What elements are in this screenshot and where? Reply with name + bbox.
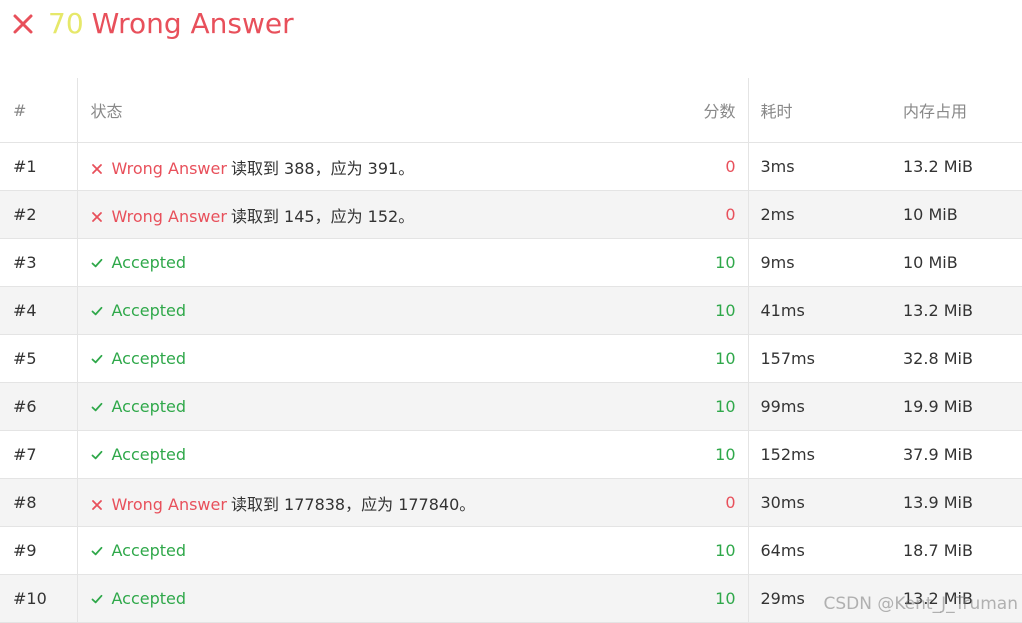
result-header: 70 Wrong Answer	[12, 6, 294, 42]
status-label: Wrong Answer	[111, 494, 227, 514]
test-results-table: # 状态 分数 耗时 内存占用 #1 Wrong Answer 读取到 388，应为…	[0, 78, 1022, 623]
test-memory: 10 MiB	[891, 190, 1022, 239]
test-memory: 32.8 MiB	[891, 334, 1022, 383]
test-memory: 13.2 MiB	[891, 142, 1022, 191]
test-score: 10	[649, 382, 749, 431]
test-time: 9ms	[748, 238, 891, 287]
test-status: Accepted	[76, 334, 649, 383]
status-label: Accepted	[111, 301, 187, 320]
table-header: # 状态 分数 耗时 内存占用	[0, 78, 1022, 143]
column-header-time: 耗时	[748, 78, 891, 143]
test-index: #8	[0, 478, 77, 527]
status-detail: 读取到 177838，应为 177840。	[230, 494, 476, 514]
check-icon	[91, 594, 102, 604]
status-label: Accepted	[111, 349, 187, 368]
check-icon	[91, 402, 102, 412]
test-score: 10	[649, 286, 749, 335]
close-icon	[91, 211, 102, 222]
status-label: Accepted	[111, 445, 187, 464]
test-score: 10	[649, 238, 749, 287]
table-row[interactable]: #6 Accepted 10 99ms 19.9 MiB	[0, 382, 1022, 431]
test-status: Accepted	[76, 286, 649, 335]
total-score: 70	[48, 7, 84, 40]
result-text: Wrong Answer	[91, 7, 294, 40]
test-memory: 19.9 MiB	[891, 382, 1022, 431]
test-index: #1	[0, 142, 77, 191]
test-index: #5	[0, 334, 77, 383]
check-icon	[91, 450, 102, 460]
test-status: Accepted	[76, 430, 649, 479]
close-icon	[91, 499, 102, 510]
test-index: #7	[0, 430, 77, 479]
check-icon	[91, 306, 102, 316]
table-body: #1 Wrong Answer 读取到 388，应为 391。 0 3ms 13.2 Mi…	[0, 142, 1022, 623]
status-label: Accepted	[111, 541, 187, 560]
test-time: 2ms	[748, 190, 891, 239]
test-time: 99ms	[748, 382, 891, 431]
test-index: #4	[0, 286, 77, 335]
column-header-memory: 内存占用	[891, 78, 1022, 143]
test-status: Accepted	[76, 574, 649, 623]
test-status: Wrong Answer 读取到 388，应为 391。	[76, 142, 649, 191]
column-header-status: 状态	[76, 78, 649, 143]
table-row[interactable]: #7 Accepted 10 152ms 37.9 MiB	[0, 430, 1022, 479]
test-time: 64ms	[748, 526, 891, 575]
table-row[interactable]: #5 Accepted 10 157ms 32.8 MiB	[0, 334, 1022, 383]
status-label: Accepted	[111, 397, 187, 416]
test-time: 152ms	[748, 430, 891, 479]
test-time: 30ms	[748, 478, 891, 527]
table-row[interactable]: #8 Wrong Answer 读取到 177838，应为 177840。 0 30ms…	[0, 478, 1022, 527]
status-label: Accepted	[111, 589, 187, 608]
test-status: Accepted	[76, 526, 649, 575]
check-icon	[91, 354, 102, 364]
watermark: CSDN @Kent_J_Truman	[823, 594, 1019, 614]
test-status: Wrong Answer 读取到 177838，应为 177840。	[76, 478, 649, 527]
test-score: 10	[649, 574, 749, 623]
table-row[interactable]: #9 Accepted 10 64ms 18.7 MiB	[0, 526, 1022, 575]
test-time: 41ms	[748, 286, 891, 335]
close-icon	[91, 163, 102, 174]
test-score: 10	[649, 430, 749, 479]
test-time: 157ms	[748, 334, 891, 383]
test-index: #9	[0, 526, 77, 575]
test-score: 0	[649, 142, 749, 191]
table-row[interactable]: #3 Accepted 10 9ms 10 MiB	[0, 238, 1022, 287]
test-index: #6	[0, 382, 77, 431]
test-time: 3ms	[748, 142, 891, 191]
test-score: 0	[649, 478, 749, 527]
test-memory: 10 MiB	[891, 238, 1022, 287]
table-row[interactable]: #4 Accepted 10 41ms 13.2 MiB	[0, 286, 1022, 335]
test-memory: 18.7 MiB	[891, 526, 1022, 575]
table-row[interactable]: #2 Wrong Answer 读取到 145，应为 152。 0 2ms 10 MiB	[0, 190, 1022, 239]
test-status: Wrong Answer 读取到 145，应为 152。	[76, 190, 649, 239]
column-header-index: #	[0, 78, 77, 143]
test-status: Accepted	[76, 238, 649, 287]
test-memory: 13.9 MiB	[891, 478, 1022, 527]
test-status: Accepted	[76, 382, 649, 431]
status-label: Accepted	[111, 253, 187, 272]
test-score: 0	[649, 190, 749, 239]
close-icon	[13, 14, 33, 34]
status-detail: 读取到 388，应为 391。	[230, 158, 415, 178]
test-memory: 13.2 MiB	[891, 286, 1022, 335]
table-row[interactable]: #1 Wrong Answer 读取到 388，应为 391。 0 3ms 13.2 Mi…	[0, 142, 1022, 191]
column-header-score: 分数	[649, 78, 749, 143]
check-icon	[91, 546, 102, 556]
test-memory: 37.9 MiB	[891, 430, 1022, 479]
check-icon	[91, 258, 102, 268]
status-detail: 读取到 145，应为 152。	[230, 206, 415, 226]
test-index: #2	[0, 190, 77, 239]
test-index: #10	[0, 574, 77, 623]
test-score: 10	[649, 526, 749, 575]
test-index: #3	[0, 238, 77, 287]
test-score: 10	[649, 334, 749, 383]
status-label: Wrong Answer	[111, 206, 227, 226]
status-label: Wrong Answer	[111, 158, 227, 178]
